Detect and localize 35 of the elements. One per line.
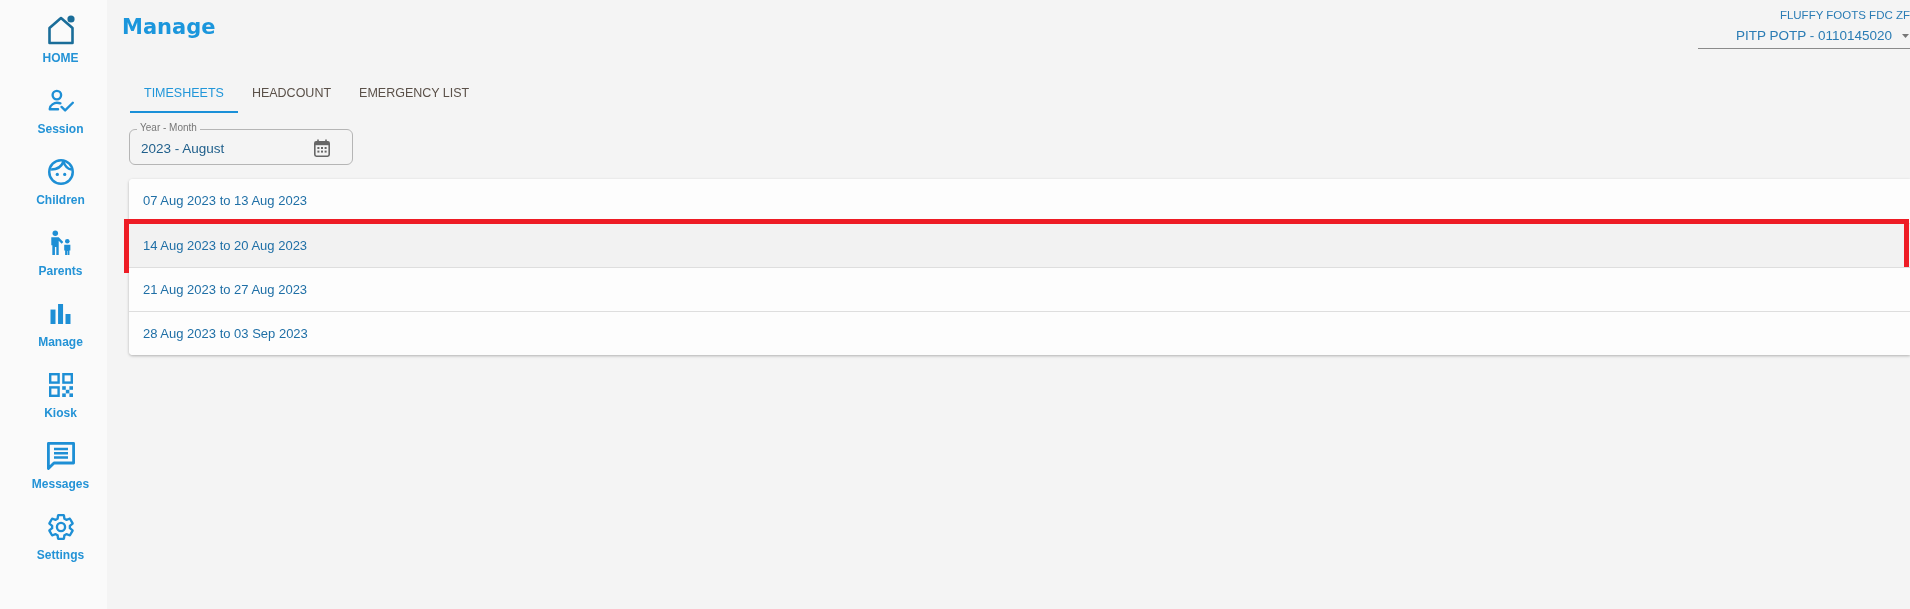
- tab[interactable]: EMERGENCY LIST: [345, 75, 484, 113]
- field-value: 2023 - August: [141, 140, 225, 158]
- caret-icon: [1902, 34, 1909, 38]
- week-row[interactable]: 21 Aug 2023 to 27 Aug 2023: [129, 267, 1910, 311]
- qr-code-icon: [48, 373, 73, 397]
- nav-item[interactable]: Kiosk: [14, 370, 107, 441]
- page-title: Manage: [122, 14, 216, 40]
- week-range: 14 Aug 2023 to 20 Aug 2023: [143, 237, 308, 254]
- account-select[interactable]: PITP POTP - 0110145020: [1698, 26, 1910, 49]
- field-label: Year - Month: [137, 122, 200, 134]
- nav-item[interactable]: Settings: [14, 512, 107, 583]
- settings-icon: [47, 514, 74, 540]
- nav-item[interactable]: Messages: [14, 441, 107, 512]
- nav-item[interactable]: Session: [14, 86, 107, 157]
- account-value: PITP POTP - 0110145020: [1735, 27, 1892, 45]
- nav-item[interactable]: Manage: [14, 299, 107, 370]
- bar-chart-icon: [50, 304, 71, 324]
- nav-item[interactable]: Children: [14, 157, 107, 228]
- week-range: 21 Aug 2023 to 27 Aug 2023: [143, 281, 308, 298]
- week-row[interactable]: 28 Aug 2023 to 03 Sep 2023: [129, 311, 1910, 355]
- house-icon: [46, 15, 75, 45]
- week-row[interactable]: 07 Aug 2023 to 13 Aug 2023: [129, 179, 1910, 223]
- week-row[interactable]: 14 Aug 2023 to 20 Aug 2023: [129, 223, 1910, 267]
- nav-item[interactable]: HOME: [14, 15, 107, 86]
- tab[interactable]: HEADCOUNT: [237, 75, 346, 113]
- adult-and-child-icon: [48, 230, 73, 256]
- child-face-icon: [47, 159, 74, 185]
- nav-item[interactable]: Parents: [14, 228, 107, 299]
- tab[interactable]: TIMESHEETS: [130, 75, 238, 113]
- person-check-icon: [47, 89, 74, 113]
- calendar-icon[interactable]: [314, 139, 330, 157]
- week-range: 28 Aug 2023 to 03 Sep 2023: [143, 325, 308, 342]
- chat-bubble-icon: [46, 442, 75, 470]
- week-range: 07 Aug 2023 to 13 Aug 2023: [143, 193, 308, 209]
- organization-name: FLUFFY FOOTS FDC ZF: [1779, 8, 1910, 22]
